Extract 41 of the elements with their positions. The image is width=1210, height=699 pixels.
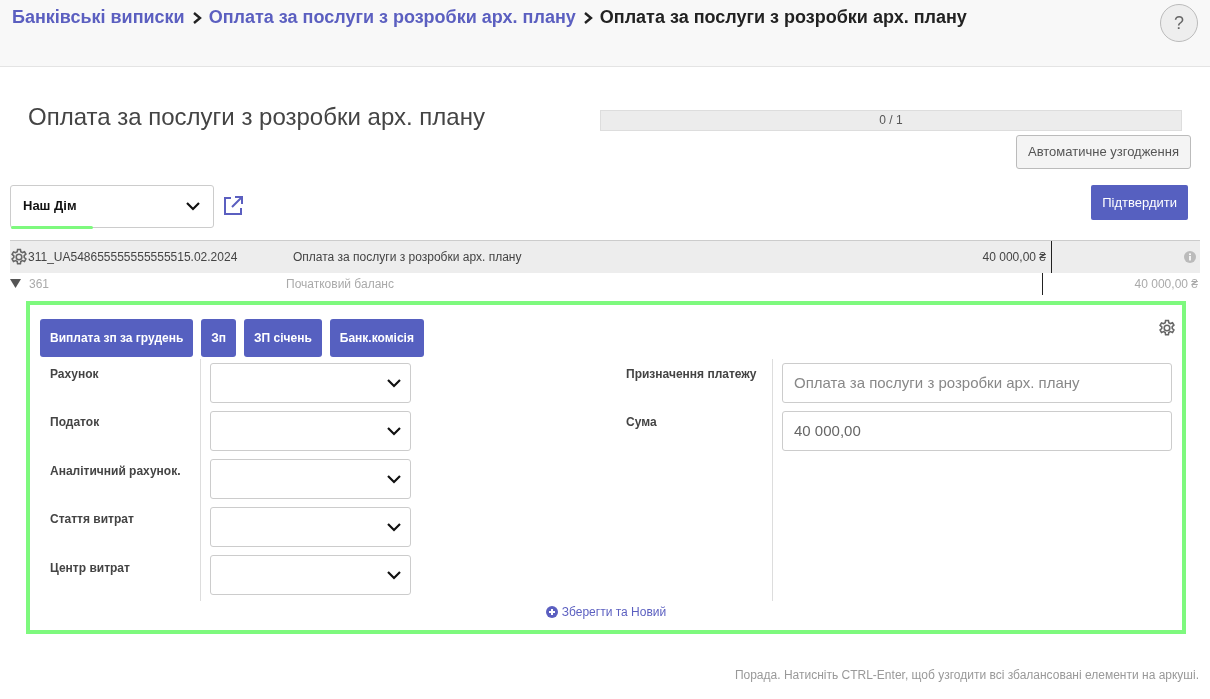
input-field[interactable]: 40 000,00 bbox=[782, 410, 1172, 451]
breadcrumb-link[interactable]: Банківські виписки bbox=[12, 4, 185, 31]
field-label: Аналітичний рахунок. bbox=[50, 462, 182, 480]
gear-icon bbox=[1158, 318, 1176, 337]
statement-reference: 311_UA548655555555555515.02.2024 bbox=[28, 248, 239, 266]
model-button[interactable]: Виплата зп за грудень bbox=[40, 318, 194, 357]
info-icon bbox=[1184, 250, 1196, 263]
help-button[interactable]: ? bbox=[1160, 4, 1198, 42]
progress-reading: 0 / 1 bbox=[879, 113, 903, 127]
field-label: Призначення платежу bbox=[626, 365, 758, 383]
field-label: Центр витрат bbox=[50, 559, 131, 577]
plus-circle-icon bbox=[545, 606, 558, 618]
balance-amount: 40 000,00 ₴ bbox=[1133, 275, 1199, 293]
select-field[interactable] bbox=[210, 410, 411, 451]
select-field[interactable] bbox=[210, 554, 411, 595]
gear-icon bbox=[10, 247, 28, 266]
model-button[interactable]: Банк.комісія bbox=[329, 318, 424, 357]
select-field[interactable] bbox=[210, 506, 411, 547]
model-button[interactable]: Зп bbox=[201, 318, 237, 357]
statement-amount: 40 000,00 ₴ bbox=[982, 240, 1052, 273]
input-field[interactable]: Оплата за послуги з розробки арх. плану bbox=[782, 362, 1172, 403]
auto-reconcile-button[interactable]: Автоматичне узгодження bbox=[1016, 135, 1191, 169]
select-field[interactable] bbox=[210, 458, 411, 499]
tip-text: Порада. Натисніть CTRL-Enter, щоб узгодити всі збалансовані елементи на аркуші. bbox=[734, 667, 1199, 682]
balance-label: Початковий баланс bbox=[286, 276, 394, 291]
triangle-down-icon bbox=[10, 278, 21, 289]
field-label: Стаття витрат bbox=[50, 511, 135, 528]
field-label: Сума bbox=[626, 414, 658, 431]
confirm-button[interactable]: Підтвердити bbox=[1091, 184, 1188, 220]
journal-select[interactable]: Наш Дім bbox=[10, 184, 214, 228]
field-label: Рахунок bbox=[50, 365, 100, 383]
page-title: Оплата за послуги з розробки арх. плану bbox=[28, 103, 485, 132]
external-link-icon bbox=[222, 195, 244, 217]
select-field[interactable] bbox=[210, 362, 411, 403]
breadcrumb-link[interactable]: Оплата за послуги з розробки арх. плану bbox=[208, 4, 576, 31]
field-label: Податок bbox=[50, 414, 101, 431]
save-new-link[interactable]: Зберегти та Новий bbox=[545, 603, 667, 621]
account-code: 361 bbox=[28, 275, 51, 293]
breadcrumb-current: Оплата за послуги з розробки арх. плану bbox=[599, 6, 967, 29]
statement-label: Оплата за послуги з розробки арх. плану bbox=[293, 248, 523, 266]
model-button[interactable]: ЗП січень bbox=[244, 318, 322, 357]
